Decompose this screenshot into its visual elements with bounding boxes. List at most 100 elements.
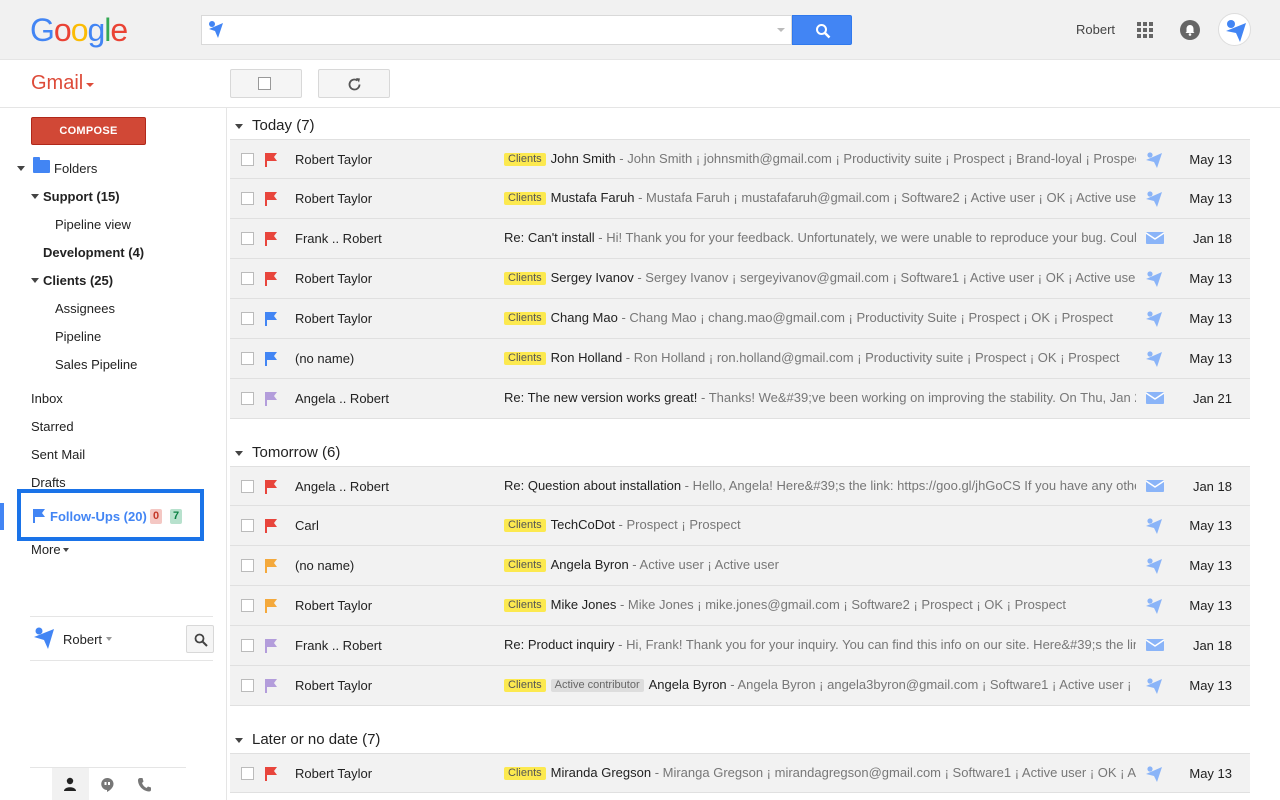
table-row[interactable]: Frank .. Robert Re: Can't install - Hi! T…: [230, 219, 1250, 259]
table-row[interactable]: Robert Taylor Clients John Smith - John Sm…: [230, 139, 1250, 179]
row-content[interactable]: Clients TechCoDot - Prospect ¡ Prospect: [504, 517, 1136, 535]
sidebar-item-support[interactable]: Support (15): [43, 189, 120, 204]
table-row[interactable]: Frank .. Robert Re: Product inquiry - Hi,…: [230, 626, 1250, 666]
sidebar-item-starred[interactable]: Starred: [31, 419, 74, 434]
sidebar-item-sent-mail[interactable]: Sent Mail: [31, 447, 85, 462]
row-content[interactable]: Clients John Smith - John Smith ¡ johnsmi…: [504, 151, 1136, 169]
label-chip[interactable]: Clients: [504, 767, 546, 780]
row-content[interactable]: Re: The new version works great! - Thank…: [504, 390, 1136, 408]
flag-icon[interactable]: [264, 152, 278, 171]
tab-contacts[interactable]: [52, 768, 89, 800]
support-collapse-icon[interactable]: [31, 194, 39, 199]
tab-phone[interactable]: [126, 768, 163, 800]
select-all-button[interactable]: [230, 69, 302, 98]
chat-user-name[interactable]: Robert: [63, 632, 102, 647]
flag-icon[interactable]: [264, 231, 278, 250]
label-chip[interactable]: Clients: [504, 153, 546, 166]
table-row[interactable]: (no name) Clients Ron Holland - Ron Hollan…: [230, 339, 1250, 379]
flag-icon[interactable]: [264, 598, 278, 617]
row-checkbox[interactable]: [241, 599, 254, 612]
sidebar-item-inbox[interactable]: Inbox: [31, 391, 63, 406]
row-checkbox[interactable]: [241, 312, 254, 325]
flag-icon[interactable]: [264, 351, 278, 370]
section-collapse-icon[interactable]: [235, 738, 243, 743]
row-checkbox[interactable]: [241, 519, 254, 532]
apps-grid-icon[interactable]: [1137, 22, 1153, 38]
flag-icon[interactable]: [264, 766, 278, 785]
label-chip[interactable]: Clients: [504, 192, 546, 205]
sidebar-item-follow-ups[interactable]: Follow-Ups (20): [50, 509, 147, 524]
flag-icon[interactable]: [264, 479, 278, 498]
section-collapse-icon[interactable]: [235, 451, 243, 456]
table-row[interactable]: Robert Taylor Clients Sergey Ivanov - Serg…: [230, 259, 1250, 299]
table-row[interactable]: Robert Taylor Clients Chang Mao - Chang Ma…: [230, 299, 1250, 339]
label-chip[interactable]: Active contributor: [550, 679, 644, 692]
row-checkbox[interactable]: [241, 232, 254, 245]
flag-icon[interactable]: [264, 558, 278, 577]
google-logo[interactable]: Google: [30, 12, 128, 49]
row-checkbox[interactable]: [241, 192, 254, 205]
row-content[interactable]: Clients Chang Mao - Chang Mao ¡ chang.mao…: [504, 310, 1136, 328]
label-chip[interactable]: Clients: [504, 272, 546, 285]
search-button[interactable]: [792, 15, 852, 45]
table-row[interactable]: (no name) Clients Angela Byron - Active us…: [230, 546, 1250, 586]
row-content[interactable]: Clients Mustafa Faruh - Mustafa Faruh ¡ m…: [504, 190, 1136, 208]
row-content[interactable]: Clients Mike Jones - Mike Jones ¡ mike.jo…: [504, 597, 1136, 615]
tab-hangouts[interactable]: [89, 768, 126, 800]
table-row[interactable]: Robert Taylor Clients Mike Jones - Mike Jo…: [230, 586, 1250, 626]
sidebar-item-assignees[interactable]: Assignees: [55, 301, 115, 316]
row-checkbox[interactable]: [241, 679, 254, 692]
notifications-icon[interactable]: [1180, 20, 1200, 40]
flag-icon[interactable]: [264, 311, 278, 330]
flag-icon[interactable]: [264, 518, 278, 537]
compose-button[interactable]: COMPOSE: [31, 117, 146, 145]
row-content[interactable]: Re: Product inquiry - Hi, Frank! Thank y…: [504, 637, 1136, 655]
row-content[interactable]: Re: Can't install - Hi! Thank you for yo…: [504, 230, 1136, 248]
sidebar-item-drafts[interactable]: Drafts: [31, 475, 66, 490]
table-row[interactable]: Carl Clients TechCoDot - Prospect ¡ Prospe…: [230, 506, 1250, 546]
section-header[interactable]: Tomorrow (6): [230, 437, 1250, 467]
more-caret-icon[interactable]: [63, 548, 69, 552]
row-checkbox[interactable]: [241, 352, 254, 365]
refresh-button[interactable]: [318, 69, 390, 98]
folders-collapse-icon[interactable]: [17, 166, 25, 171]
sidebar-item-pipeline[interactable]: Pipeline: [55, 329, 101, 344]
label-chip[interactable]: Clients: [504, 312, 546, 325]
row-checkbox[interactable]: [241, 392, 254, 405]
table-row[interactable]: Angela .. Robert Re: The new version work…: [230, 379, 1250, 419]
row-content[interactable]: Clients Miranda Gregson - Miranga Gregson…: [504, 765, 1136, 783]
flag-icon[interactable]: [264, 678, 278, 697]
table-row[interactable]: Angela .. Robert Re: Question about insta…: [230, 466, 1250, 506]
table-row[interactable]: Robert Taylor Clients Miranda Gregson - Mi…: [230, 753, 1250, 793]
flag-icon[interactable]: [264, 271, 278, 290]
sidebar-item-more[interactable]: More: [31, 542, 61, 557]
row-checkbox[interactable]: [241, 272, 254, 285]
search-input[interactable]: [228, 19, 768, 41]
section-collapse-icon[interactable]: [235, 124, 243, 129]
label-chip[interactable]: Clients: [504, 559, 546, 572]
sidebar-item-clients[interactable]: Clients (25): [43, 273, 113, 288]
chat-status-caret-icon[interactable]: [106, 637, 112, 641]
label-chip[interactable]: Clients: [504, 519, 546, 532]
flag-icon[interactable]: [264, 638, 278, 657]
row-checkbox[interactable]: [241, 639, 254, 652]
chat-search-button[interactable]: [186, 625, 214, 653]
row-checkbox[interactable]: [241, 767, 254, 780]
search-box[interactable]: [201, 15, 792, 45]
row-content[interactable]: Re: Question about installation - Hello,…: [504, 478, 1136, 496]
table-row[interactable]: Robert Taylor Clients Mustafa Faruh - Must…: [230, 179, 1250, 219]
row-checkbox[interactable]: [241, 559, 254, 572]
gmail-menu[interactable]: Gmail: [31, 72, 83, 95]
flag-icon[interactable]: [264, 391, 278, 410]
section-header[interactable]: Today (7): [230, 110, 1250, 140]
sidebar-item-folders[interactable]: Folders: [54, 161, 97, 176]
row-checkbox[interactable]: [241, 480, 254, 493]
user-name[interactable]: Robert: [1076, 22, 1115, 37]
row-content[interactable]: Clients Sergey Ivanov - Sergey Ivanov ¡ s…: [504, 270, 1136, 288]
avatar[interactable]: [1218, 13, 1251, 46]
sidebar-item-sales-pipeline[interactable]: Sales Pipeline: [55, 357, 137, 372]
clients-collapse-icon[interactable]: [31, 278, 39, 283]
label-chip[interactable]: Clients: [504, 599, 546, 612]
gmail-caret-icon[interactable]: [86, 83, 94, 87]
sidebar-item-pipeline-view[interactable]: Pipeline view: [55, 217, 131, 232]
